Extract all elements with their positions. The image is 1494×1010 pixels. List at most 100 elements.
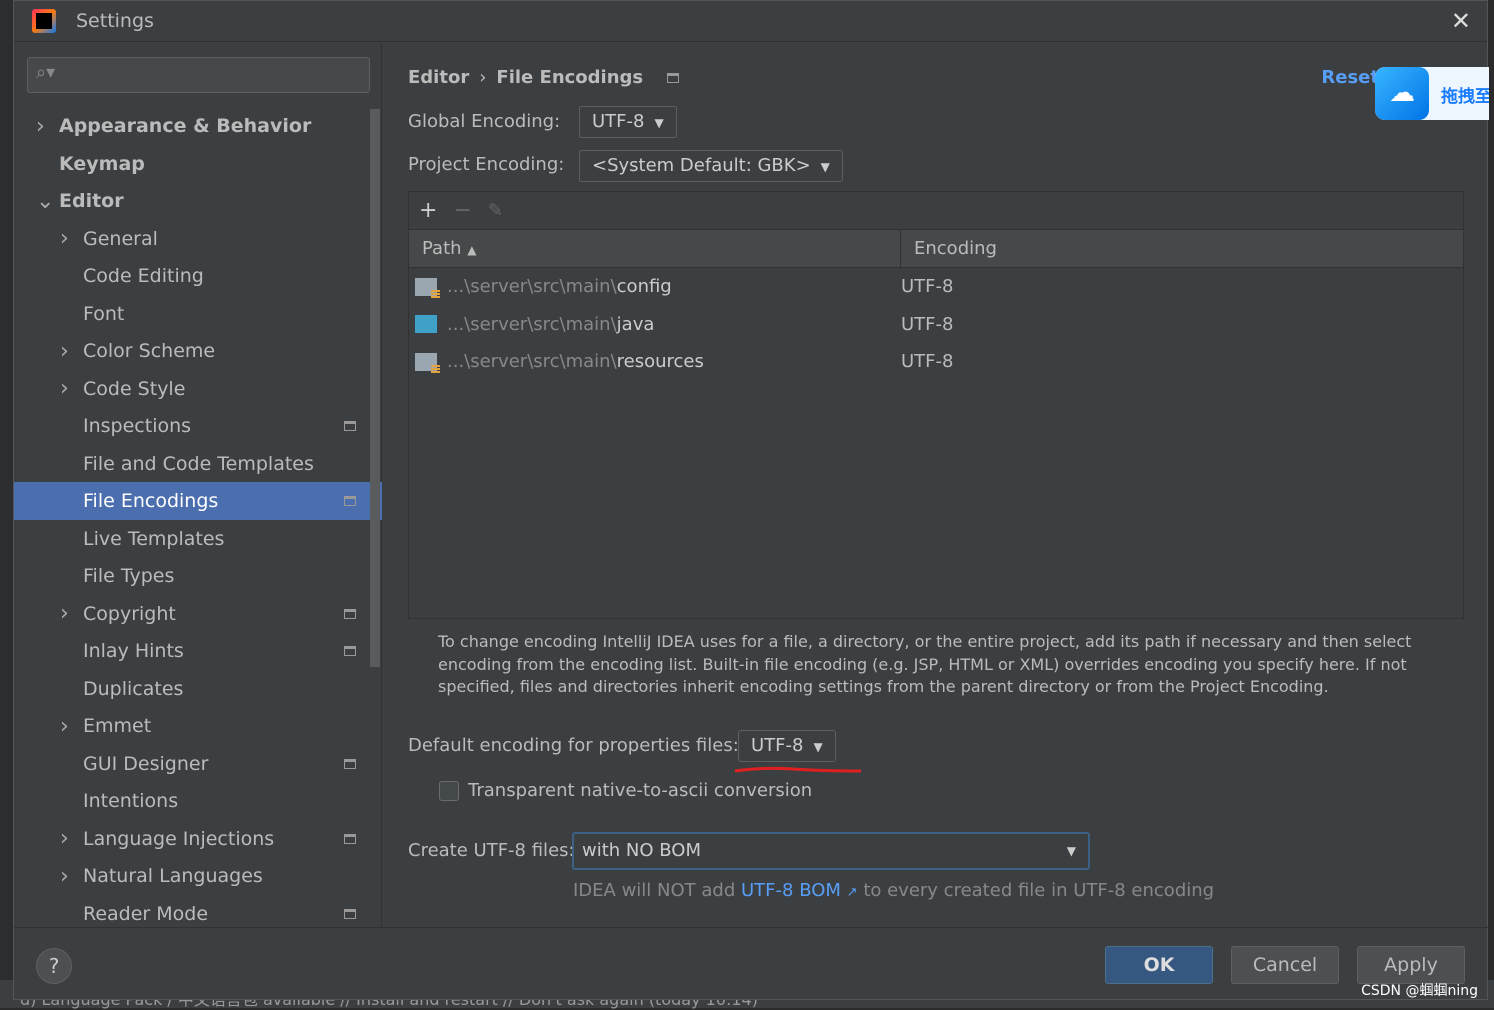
transparent-conversion-label[interactable]: Transparent native-to-ascii conversion	[468, 780, 812, 801]
cancel-button[interactable]: Cancel	[1231, 946, 1339, 984]
project-encoding-select[interactable]: <System Default: GBK> ▼	[579, 150, 843, 182]
transparent-conversion-checkbox[interactable]	[439, 781, 459, 801]
settings-sidebar: ⌕▾ › Appearance & Behavior Keymap ⌄ Editor › G…	[14, 43, 382, 927]
sidebar-item-label: Editor	[59, 190, 124, 212]
sidebar-item-file-encodings[interactable]: File Encodings	[14, 482, 382, 520]
column-path[interactable]: Path ▲	[409, 230, 901, 267]
path-encoding-table: + − ✎ Path ▲ Encoding ...\server\src\mai…	[408, 191, 1464, 619]
dropdown-arrow-icon: ▼	[1066, 844, 1076, 858]
dropdown-arrow-icon: ▼	[820, 160, 830, 174]
sidebar-item-code-style[interactable]: › Code Style	[14, 370, 382, 408]
search-icon: ⌕▾	[36, 62, 56, 83]
sidebar-item-live-templates[interactable]: Live Templates	[14, 520, 382, 558]
sidebar-item-label: Natural Languages	[83, 865, 263, 887]
chevron-right-icon[interactable]: ›	[60, 864, 69, 889]
encoding-cell: UTF-8	[901, 313, 954, 335]
chevron-right-icon[interactable]: ›	[60, 376, 69, 401]
sidebar-item-appearance-behavior[interactable]: › Appearance & Behavior	[14, 107, 382, 145]
chevron-down-icon[interactable]: ⌄	[36, 189, 54, 214]
project-scope-icon	[667, 73, 680, 83]
sidebar-item-editor[interactable]: ⌄ Editor	[14, 182, 382, 220]
column-encoding[interactable]: Encoding	[901, 230, 1010, 267]
sidebar-item-duplicates[interactable]: Duplicates	[14, 670, 382, 708]
encoding-cell: UTF-8	[901, 351, 954, 373]
chevron-right-icon[interactable]: ›	[60, 826, 69, 851]
reset-link[interactable]: Reset	[1321, 67, 1379, 88]
path-cell: ...\server\src\main\ config	[409, 276, 901, 299]
breadcrumb-editor[interactable]: Editor	[408, 67, 469, 88]
sidebar-item-file-and-code-templates[interactable]: File and Code Templates	[14, 445, 382, 483]
bom-select[interactable]: with NO BOM ▼	[572, 832, 1090, 870]
sidebar-item-color-scheme[interactable]: › Color Scheme	[14, 332, 382, 370]
chevron-right-icon[interactable]: ›	[60, 339, 69, 364]
table-header: Path ▲ Encoding	[409, 230, 1463, 268]
table-row[interactable]: ...\server\src\main\ config UTF-8	[409, 268, 1463, 306]
sidebar-item-emmet[interactable]: › Emmet	[14, 707, 382, 745]
chevron-right-icon[interactable]: ›	[36, 114, 45, 139]
path-prefix: ...\server\src\main\	[447, 351, 617, 373]
sidebar-item-label: General	[83, 227, 158, 250]
sidebar-item-label: Inspections	[83, 415, 192, 437]
sidebar-item-intentions[interactable]: Intentions	[14, 782, 382, 820]
bom-note-text-2: to every created file in UTF-8 encoding	[863, 880, 1215, 901]
sidebar-item-label: Code Style	[83, 377, 186, 400]
project-scope-icon	[344, 758, 356, 769]
resource-folder-icon	[415, 277, 440, 299]
remove-icon[interactable]: −	[453, 198, 471, 223]
dropdown-arrow-icon: ▼	[654, 116, 664, 130]
sidebar-item-label: Emmet	[83, 715, 152, 737]
breadcrumb: Editor › File Encodings	[408, 67, 680, 88]
sidebar-item-label: Appearance & Behavior	[59, 115, 312, 137]
properties-encoding-select[interactable]: UTF-8 ▼	[738, 730, 836, 762]
help-button[interactable]: ?	[36, 948, 72, 984]
path-name: config	[616, 276, 672, 298]
title-bar: Settings ✕	[14, 1, 1487, 42]
baidu-netdisk-popup[interactable]: ☁ 拖拽至	[1375, 67, 1489, 120]
dialog-footer: ? OK Cancel Apply	[14, 927, 1489, 1001]
project-scope-icon	[344, 496, 356, 506]
sidebar-item-code-editing[interactable]: Code Editing	[14, 257, 382, 295]
apply-button[interactable]: Apply	[1357, 946, 1465, 984]
sidebar-item-font[interactable]: Font	[14, 295, 382, 333]
sidebar-item-label: Font	[83, 302, 125, 325]
sidebar-item-general[interactable]: › General	[14, 220, 382, 258]
close-icon[interactable]: ✕	[1451, 7, 1471, 35]
popup-label: 拖拽至	[1441, 87, 1489, 107]
sidebar-item-file-types[interactable]: File Types	[14, 557, 382, 595]
watermark: CSDN @蝈蝈ning	[1361, 983, 1478, 999]
path-name: java	[616, 313, 655, 335]
sidebar-item-gui-designer[interactable]: GUI Designer	[14, 745, 382, 783]
file-encodings-panel: Editor › File Encodings Reset ☁ 拖拽至 Global…	[383, 43, 1489, 927]
utf8-bom-link[interactable]: UTF-8 BOM	[741, 880, 841, 901]
sidebar-item-inspections[interactable]: Inspections	[14, 407, 382, 445]
chevron-right-icon[interactable]: ›	[60, 601, 69, 626]
search-input[interactable]: ⌕▾	[27, 57, 370, 93]
chevron-right-icon[interactable]: ›	[60, 714, 69, 739]
sidebar-item-label: Code Editing	[83, 265, 204, 287]
sidebar-item-inlay-hints[interactable]: Inlay Hints	[14, 632, 382, 670]
cloud-icon: ☁	[1375, 67, 1429, 120]
sidebar-item-label: Color Scheme	[83, 340, 216, 362]
table-row[interactable]: ...\server\src\main\ resources UTF-8	[409, 343, 1463, 381]
sidebar-item-natural-languages[interactable]: › Natural Languages	[14, 857, 382, 895]
path-prefix: ...\server\src\main\	[447, 276, 617, 298]
chevron-right-icon[interactable]: ›	[60, 226, 69, 251]
edit-icon[interactable]: ✎	[488, 200, 503, 221]
background-window	[0, 0, 13, 1008]
project-encoding-value: <System Default: GBK>	[592, 155, 811, 176]
resource-folder-icon	[415, 352, 440, 374]
breadcrumb-file-encodings: File Encodings	[496, 67, 644, 88]
table-row[interactable]: ...\server\src\main\ java UTF-8	[409, 306, 1463, 344]
source-folder-icon	[415, 315, 437, 334]
sidebar-item-language-injections[interactable]: › Language Injections	[14, 820, 382, 858]
global-encoding-select[interactable]: UTF-8 ▼	[579, 106, 677, 138]
chevron-right-icon: ›	[479, 67, 487, 88]
sidebar-item-keymap[interactable]: Keymap	[14, 145, 382, 183]
ok-button[interactable]: OK	[1105, 946, 1213, 984]
sidebar-item-copyright[interactable]: › Copyright	[14, 595, 382, 633]
sidebar-scrollbar[interactable]	[370, 109, 380, 667]
bom-value: with NO BOM	[582, 840, 701, 861]
add-icon[interactable]: +	[419, 198, 437, 223]
encoding-cell: UTF-8	[901, 276, 954, 298]
path-prefix: ...\server\src\main\	[447, 313, 617, 335]
